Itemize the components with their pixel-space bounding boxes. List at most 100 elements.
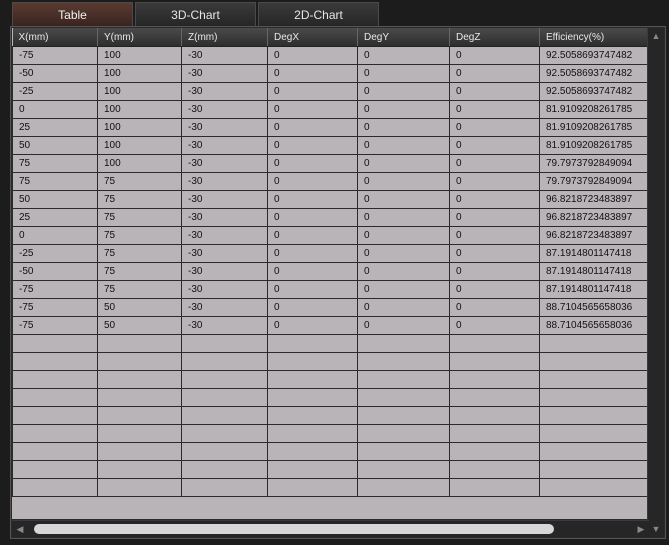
table-cell[interactable]: 0 — [267, 46, 358, 65]
table-cell[interactable]: 0 — [357, 136, 450, 155]
table-cell[interactable]: 100 — [97, 100, 182, 119]
table-row[interactable]: -50 100 -30 0 0 0 92.5058693747482 — [12, 64, 647, 83]
table-cell[interactable]: 0 — [449, 226, 540, 245]
table-cell[interactable]: 79.7973792849094 — [539, 172, 647, 191]
column-header[interactable]: DegZ — [449, 28, 540, 47]
table-cell[interactable]: -30 — [181, 46, 268, 65]
table-cell[interactable]: 0 — [357, 64, 450, 83]
scroll-right-icon[interactable]: ▶ — [633, 521, 649, 537]
table-cell[interactable]: -30 — [181, 100, 268, 119]
table-cell[interactable]: 88.7104565658036 — [539, 298, 647, 317]
table-cell[interactable]: 0 — [267, 154, 358, 173]
table-cell[interactable]: 87.1914801147418 — [539, 280, 647, 299]
table-cell[interactable]: 79.7973792849094 — [539, 154, 647, 173]
table-row[interactable]: 25 75 -30 0 0 0 96.8218723483897 — [12, 208, 647, 227]
table-cell[interactable]: 0 — [449, 172, 540, 191]
table-cell[interactable]: 0 — [449, 316, 540, 335]
table-cell[interactable]: -30 — [181, 280, 268, 299]
table-cell[interactable]: 0 — [357, 172, 450, 191]
table-cell[interactable]: -30 — [181, 316, 268, 335]
table-cell[interactable]: 0 — [267, 262, 358, 281]
table-cell[interactable]: 0 — [357, 280, 450, 299]
table-cell[interactable]: 0 — [449, 154, 540, 173]
table-cell[interactable]: 0 — [267, 136, 358, 155]
table-cell[interactable]: 92.5058693747482 — [539, 82, 647, 101]
table-cell[interactable]: -30 — [181, 298, 268, 317]
table-cell[interactable]: 75 — [12, 172, 98, 191]
table-cell[interactable]: 75 — [97, 280, 182, 299]
table-cell[interactable]: -75 — [12, 298, 98, 317]
table-cell[interactable]: 75 — [97, 172, 182, 191]
table-cell[interactable]: 96.8218723483897 — [539, 190, 647, 209]
table-cell[interactable]: 100 — [97, 118, 182, 137]
table-cell[interactable]: 96.8218723483897 — [539, 226, 647, 245]
table-cell[interactable]: 0 — [449, 46, 540, 65]
table-row[interactable]: 75 75 -30 0 0 0 79.7973792849094 — [12, 172, 647, 191]
table-cell[interactable]: 0 — [267, 118, 358, 137]
table-row[interactable]: -75 50 -30 0 0 0 88.7104565658036 — [12, 298, 647, 317]
table-cell[interactable]: 75 — [97, 208, 182, 227]
horizontal-scroll-thumb[interactable] — [34, 524, 554, 534]
table-cell[interactable]: -30 — [181, 244, 268, 263]
column-header[interactable]: DegY — [357, 28, 450, 47]
table-cell[interactable]: 0 — [357, 100, 450, 119]
table-cell[interactable]: 0 — [267, 280, 358, 299]
scroll-down-icon[interactable]: ▼ — [648, 521, 664, 537]
table-cell[interactable]: 88.7104565658036 — [539, 316, 647, 335]
tab-3d-chart[interactable]: 3D-Chart — [135, 2, 256, 26]
table-cell[interactable]: 0 — [449, 190, 540, 209]
table-cell[interactable]: 100 — [97, 136, 182, 155]
table-cell[interactable]: -30 — [181, 262, 268, 281]
table-cell[interactable]: -30 — [181, 208, 268, 227]
table-cell[interactable]: 0 — [449, 82, 540, 101]
tab-2d-chart[interactable]: 2D-Chart — [258, 2, 379, 26]
table-cell[interactable]: 0 — [267, 298, 358, 317]
table-cell[interactable]: 0 — [267, 100, 358, 119]
table-cell[interactable]: 92.5058693747482 — [539, 64, 647, 83]
table-cell[interactable]: 81.9109208261785 — [539, 118, 647, 137]
table-cell[interactable]: 0 — [449, 208, 540, 227]
table-cell[interactable]: -25 — [12, 82, 98, 101]
table-cell[interactable]: 96.8218723483897 — [539, 208, 647, 227]
table-row[interactable]: 75 100 -30 0 0 0 79.7973792849094 — [12, 154, 647, 173]
table-cell[interactable]: 0 — [449, 262, 540, 281]
table-cell[interactable]: 92.5058693747482 — [539, 46, 647, 65]
table-cell[interactable]: 0 — [357, 190, 450, 209]
column-header[interactable]: DegX — [267, 28, 358, 47]
table-row[interactable]: 0 100 -30 0 0 0 81.9109208261785 — [12, 100, 647, 119]
table-cell[interactable]: -75 — [12, 46, 98, 65]
table-row[interactable]: 50 100 -30 0 0 0 81.9109208261785 — [12, 136, 647, 155]
table-cell[interactable]: -30 — [181, 172, 268, 191]
table-cell[interactable]: 0 — [267, 172, 358, 191]
table-cell[interactable]: 0 — [449, 100, 540, 119]
table-cell[interactable]: 0 — [449, 136, 540, 155]
table-row[interactable]: -75 50 -30 0 0 0 88.7104565658036 — [12, 316, 647, 335]
table-cell[interactable]: 0 — [357, 298, 450, 317]
table-cell[interactable]: 0 — [267, 208, 358, 227]
table-cell[interactable]: 75 — [97, 244, 182, 263]
table-cell[interactable]: 0 — [449, 64, 540, 83]
table-cell[interactable]: 0 — [449, 280, 540, 299]
table-row[interactable]: 25 100 -30 0 0 0 81.9109208261785 — [12, 118, 647, 137]
table-row[interactable]: 0 75 -30 0 0 0 96.8218723483897 — [12, 226, 647, 245]
table-cell[interactable]: 75 — [12, 154, 98, 173]
table-cell[interactable]: 0 — [12, 100, 98, 119]
table-cell[interactable]: 0 — [449, 298, 540, 317]
table-cell[interactable]: 100 — [97, 46, 182, 65]
table-cell[interactable]: 25 — [12, 208, 98, 227]
table-cell[interactable]: 0 — [267, 244, 358, 263]
table-cell[interactable]: 75 — [97, 262, 182, 281]
table-cell[interactable]: 0 — [12, 226, 98, 245]
table-cell[interactable]: 0 — [449, 118, 540, 137]
tab-table[interactable]: Table — [12, 2, 133, 26]
table-cell[interactable]: 0 — [357, 118, 450, 137]
table-cell[interactable]: -30 — [181, 154, 268, 173]
table-row[interactable]: -75 75 -30 0 0 0 87.1914801147418 — [12, 280, 647, 299]
table-cell[interactable]: 50 — [12, 136, 98, 155]
table-cell[interactable]: 50 — [12, 190, 98, 209]
table-cell[interactable]: -30 — [181, 64, 268, 83]
table-cell[interactable]: 50 — [97, 298, 182, 317]
table-cell[interactable]: -30 — [181, 118, 268, 137]
table-cell[interactable]: 75 — [97, 190, 182, 209]
table-cell[interactable]: 0 — [267, 190, 358, 209]
